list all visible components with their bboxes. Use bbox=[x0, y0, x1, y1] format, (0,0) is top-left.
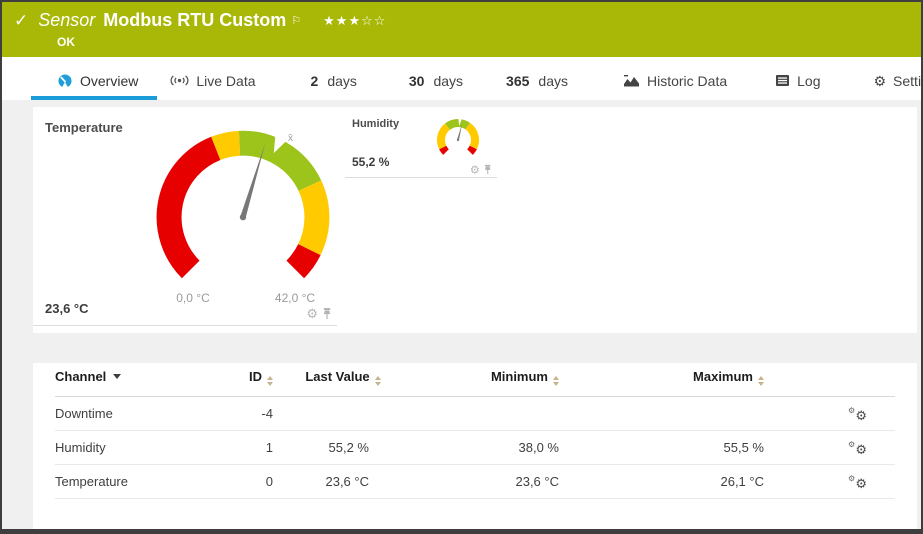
header-label: Channel bbox=[55, 369, 107, 384]
header-label: Maximum bbox=[693, 369, 753, 384]
live-data-icon bbox=[170, 75, 189, 86]
temperature-gauge: x̄ bbox=[156, 130, 330, 279]
gauge-title: Temperature bbox=[45, 120, 123, 135]
cell-channel: Downtime bbox=[55, 396, 225, 431]
temperature-gauge-tile: Temperature x̄ 0,0 °C 42,0 °C 23,6 °C ⚙ bbox=[33, 107, 337, 326]
tab-number: 30 bbox=[408, 72, 425, 89]
historic-chart-icon bbox=[623, 74, 639, 86]
tab-label: days bbox=[433, 72, 464, 89]
gauge-tools: ⚙ bbox=[470, 164, 492, 175]
table-header-row: Channel ID Last Value Minimum Maximum bbox=[55, 363, 895, 397]
channel-table: Channel ID Last Value Minimum Maximum Do… bbox=[55, 363, 895, 499]
table-row-temperature[interactable]: Temperature 0 23,6 °C 23,6 °C 26,1 °C ⚙ ⚙ bbox=[55, 464, 895, 499]
tab-label: days bbox=[538, 72, 568, 89]
tab-label: Settings bbox=[893, 72, 922, 89]
tab-label: Overview bbox=[80, 72, 139, 89]
gauge-title: Humidity bbox=[352, 118, 400, 130]
tab-number: 2 bbox=[310, 72, 319, 89]
pin-icon[interactable] bbox=[322, 307, 332, 320]
header-minimum[interactable]: Minimum bbox=[383, 363, 573, 397]
channel-settings-gears-icon[interactable]: ⚙ ⚙ bbox=[848, 472, 867, 490]
tab-historic-data[interactable]: Historic Data bbox=[623, 57, 727, 100]
tab-number: 365 bbox=[506, 72, 530, 89]
cell-maximum bbox=[573, 396, 778, 431]
humidity-gauge-tile: Humidity x̄ 55,2 % ⚙ bbox=[345, 110, 497, 178]
tab-30-days[interactable]: 30 days bbox=[409, 57, 463, 100]
sort-caret-icon bbox=[113, 374, 122, 379]
cell-minimum: 23,6 °C bbox=[383, 464, 573, 499]
stars-filled: ★★★ bbox=[323, 12, 362, 28]
gauge-min-label: 0,0 °C bbox=[176, 291, 210, 305]
tab-overview[interactable]: Overview bbox=[30, 57, 158, 100]
tab-bar: Overview Live Data 2 days 30 days 365 da… bbox=[2, 57, 921, 100]
cell-maximum: 55,5 % bbox=[573, 430, 778, 465]
channel-settings-gears-icon[interactable]: ⚙ ⚙ bbox=[848, 404, 867, 422]
cell-last-value: 55,2 % bbox=[273, 430, 383, 465]
tab-365-days[interactable]: 365 days bbox=[506, 57, 568, 100]
tab-label: Historic Data bbox=[646, 72, 728, 89]
flag-icon[interactable]: ⚐ bbox=[291, 14, 301, 27]
stars-empty: ☆☆ bbox=[361, 12, 387, 28]
cell-minimum bbox=[383, 396, 573, 431]
sensor-title: Modbus RTU Custom bbox=[103, 10, 287, 30]
sort-icon bbox=[374, 376, 381, 386]
cell-id: -4 bbox=[225, 396, 273, 431]
tab-label: days bbox=[327, 72, 357, 89]
cell-maximum: 26,1 °C bbox=[573, 464, 778, 499]
status-badge: OK bbox=[57, 35, 75, 49]
sort-icon bbox=[553, 376, 559, 386]
header-label: Minimum bbox=[490, 369, 548, 384]
cell-last-value bbox=[273, 396, 383, 431]
header-id[interactable]: ID bbox=[225, 363, 273, 397]
channel-table-panel: Channel ID Last Value Minimum Maximum Do… bbox=[33, 363, 917, 529]
sort-icon bbox=[758, 376, 764, 386]
table-row-humidity[interactable]: Humidity 1 55,2 % 38,0 % 55,5 % ⚙ ⚙ bbox=[55, 430, 895, 465]
gauge-needle-hub bbox=[456, 138, 460, 142]
channel-settings-gears-icon[interactable]: ⚙ ⚙ bbox=[848, 438, 867, 456]
gauge-value: 55,2 % bbox=[352, 155, 390, 169]
cell-id: 1 bbox=[225, 430, 273, 465]
cell-id: 0 bbox=[225, 464, 273, 499]
cell-channel: Humidity bbox=[55, 430, 225, 465]
gauge-max-label: 42,0 °C bbox=[274, 291, 316, 305]
tab-label: Log bbox=[797, 72, 821, 89]
header-last-value[interactable]: Last Value bbox=[273, 363, 383, 397]
pin-icon[interactable] bbox=[484, 164, 493, 175]
header-channel[interactable]: Channel bbox=[55, 363, 225, 397]
gauge-needle-hub bbox=[239, 213, 247, 221]
object-kind-label: Sensor bbox=[38, 10, 96, 30]
gauges-panel: Temperature x̄ 0,0 °C 42,0 °C 23,6 °C ⚙ bbox=[33, 107, 917, 333]
tab-log[interactable]: Log bbox=[775, 57, 820, 100]
log-list-icon bbox=[776, 75, 790, 86]
humidity-gauge: x̄ bbox=[437, 118, 479, 155]
tab-settings[interactable]: ⚙ Settings bbox=[873, 57, 922, 100]
cell-channel: Temperature bbox=[55, 464, 225, 499]
status-banner: ✓ Sensor Modbus RTU Custom ⚐ ★★★☆☆ OK bbox=[2, 2, 921, 57]
gauge-value: 23,6 °C bbox=[45, 301, 89, 316]
tab-2-days[interactable]: 2 days bbox=[311, 57, 357, 100]
mean-marker-label: x̄ bbox=[288, 132, 294, 144]
header-settings bbox=[778, 363, 895, 397]
tab-live-data[interactable]: Live Data bbox=[170, 57, 256, 100]
header-label: ID bbox=[249, 369, 262, 384]
status-ok-check-icon: ✓ bbox=[14, 10, 29, 30]
sensor-page: ✓ Sensor Modbus RTU Custom ⚐ ★★★☆☆ OK Ov… bbox=[0, 0, 923, 534]
cell-last-value: 23,6 °C bbox=[273, 464, 383, 499]
gear-icon: ⚙ bbox=[873, 72, 887, 89]
sort-icon bbox=[267, 376, 273, 386]
gauge-settings-gear-icon[interactable]: ⚙ bbox=[306, 307, 318, 320]
tab-label: Live Data bbox=[196, 72, 256, 89]
cell-minimum: 38,0 % bbox=[383, 430, 573, 465]
header-maximum[interactable]: Maximum bbox=[573, 363, 778, 397]
priority-stars[interactable]: ★★★☆☆ bbox=[323, 13, 386, 29]
gauge-tools: ⚙ bbox=[306, 307, 332, 320]
header-label: Last Value bbox=[305, 369, 370, 384]
gauge-icon bbox=[58, 74, 72, 88]
page-content: Temperature x̄ 0,0 °C 42,0 °C 23,6 °C ⚙ bbox=[2, 100, 921, 529]
gauge-settings-gear-icon[interactable]: ⚙ bbox=[470, 164, 480, 175]
table-row-downtime[interactable]: Downtime -4 ⚙ ⚙ bbox=[55, 396, 895, 431]
